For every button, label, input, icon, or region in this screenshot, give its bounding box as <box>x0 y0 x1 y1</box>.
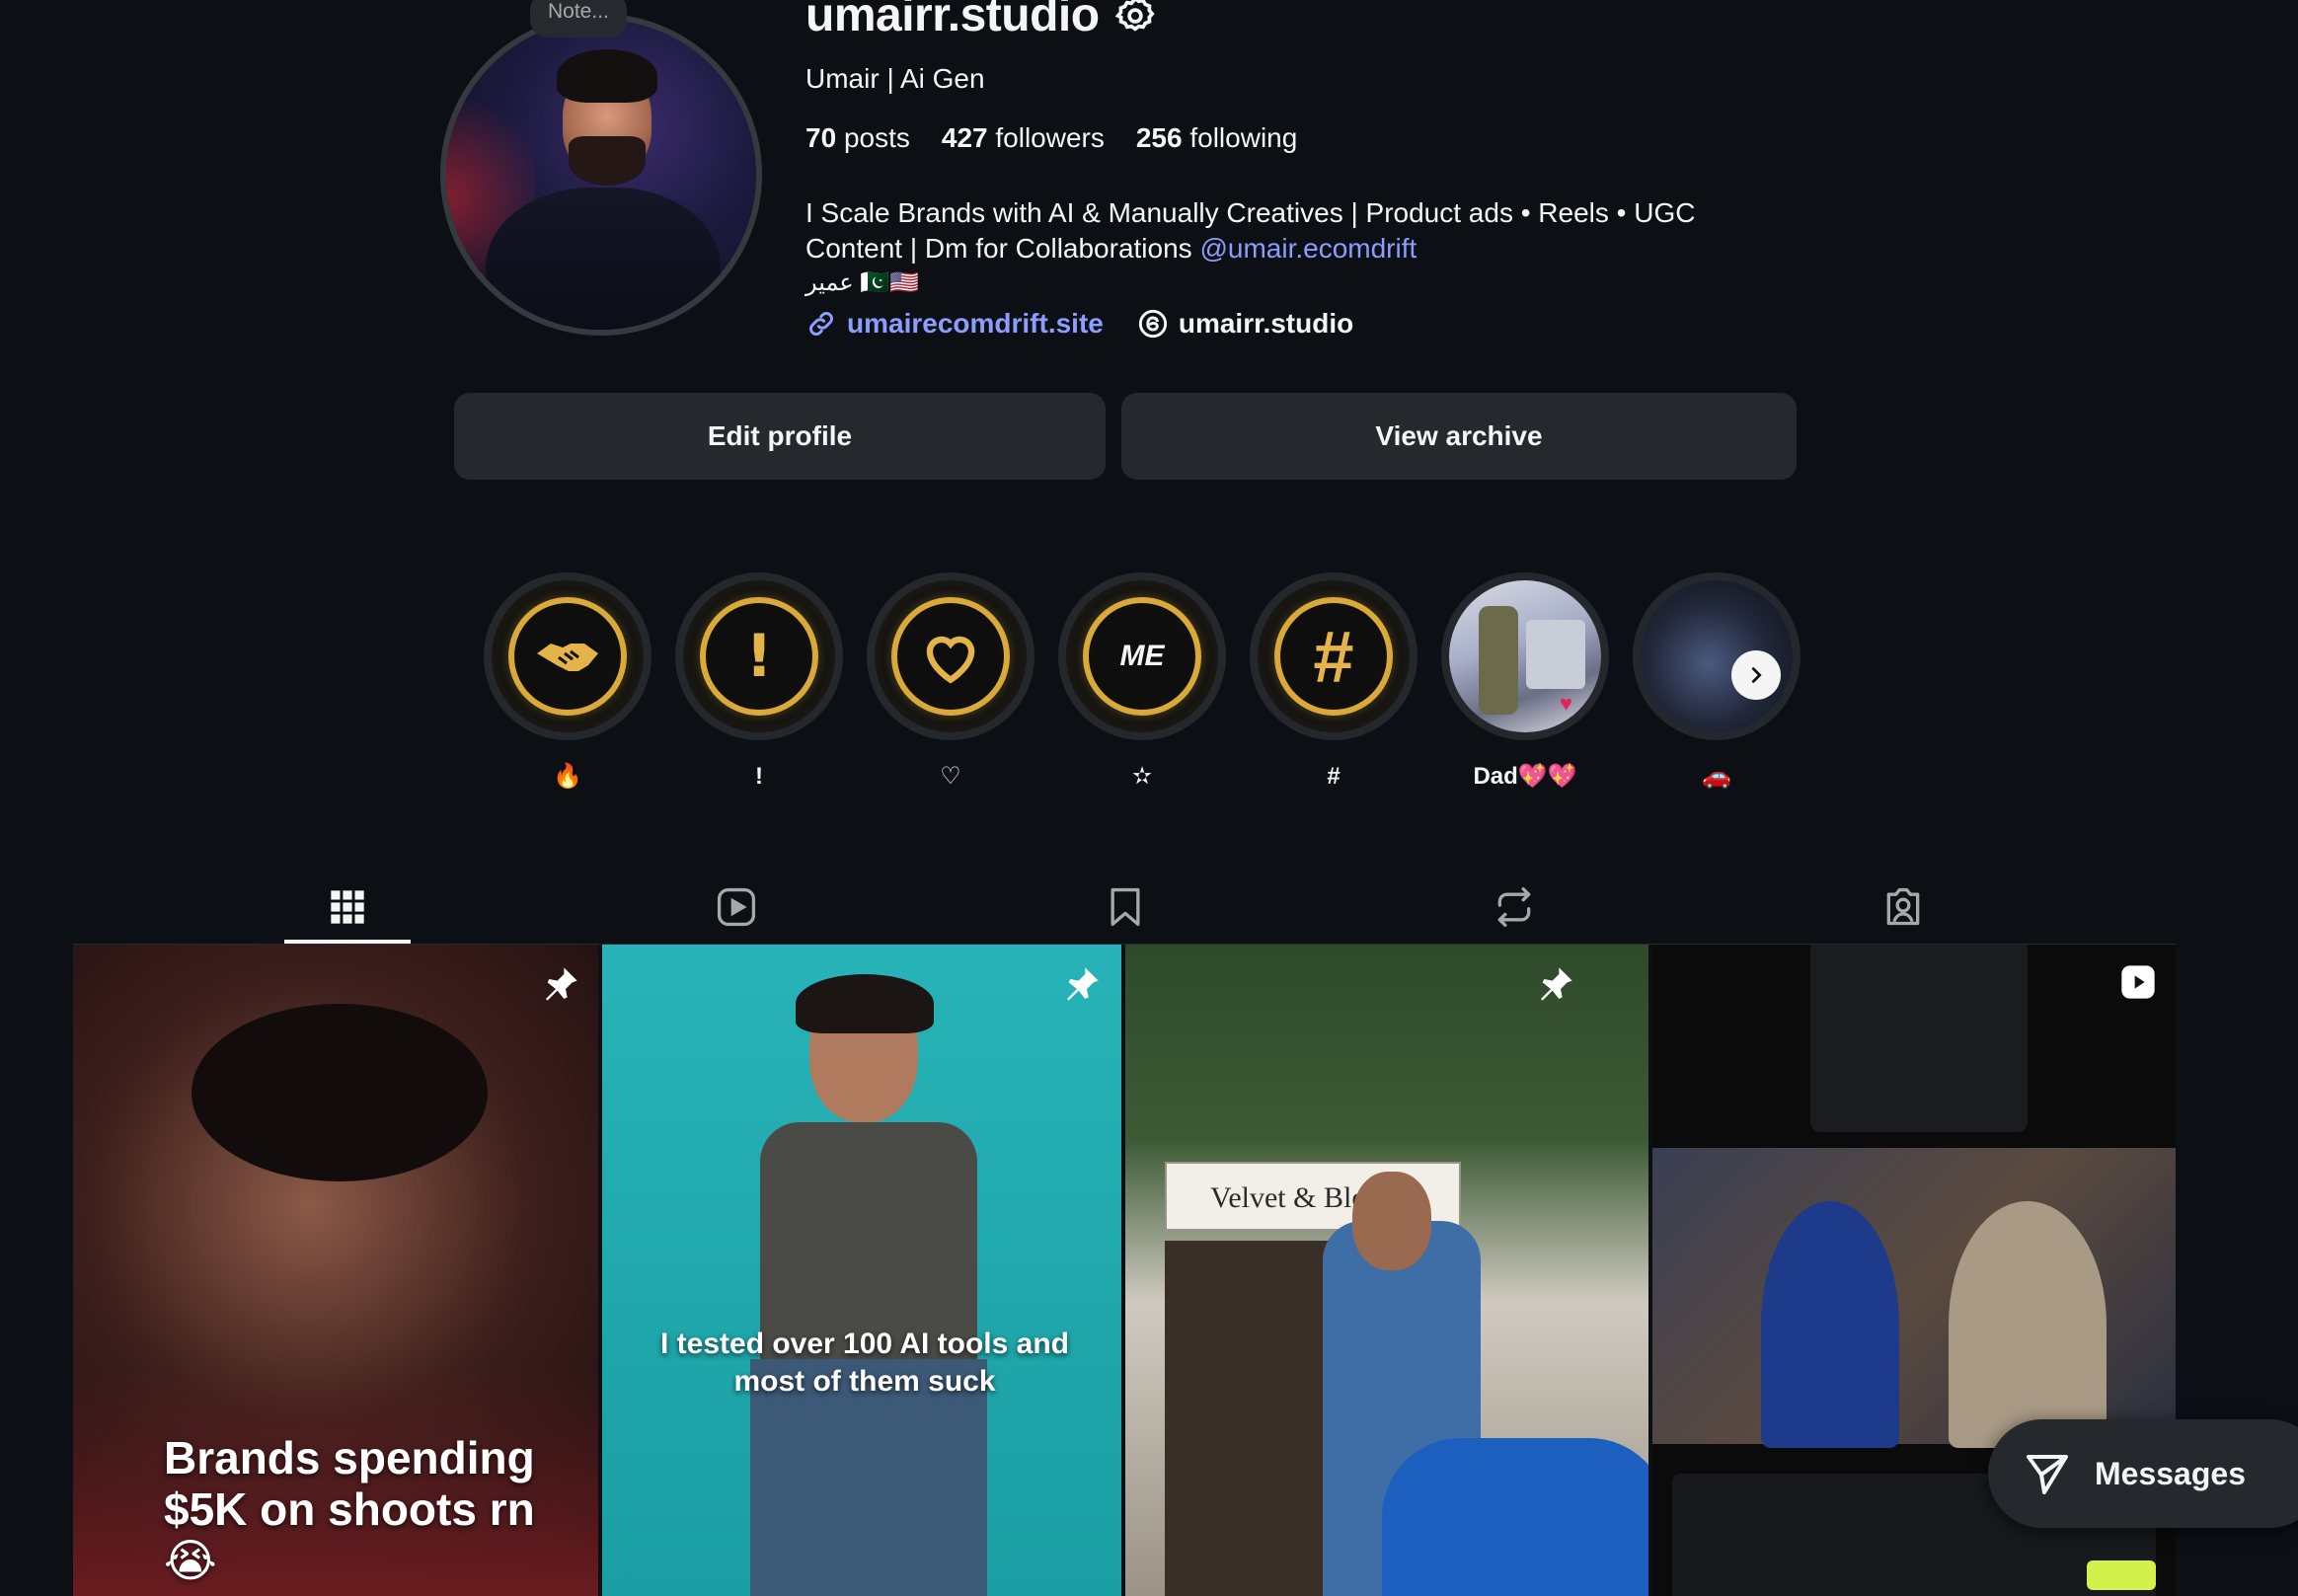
highlight-item[interactable]: 🔥 <box>484 572 651 792</box>
website-link[interactable]: umairecomdrift.site <box>805 308 1104 340</box>
threads-link[interactable]: umairr.studio <box>1137 308 1353 340</box>
chevron-right-icon <box>1751 667 1762 683</box>
highlight-label: ! <box>755 763 763 790</box>
bio-line-1: I Scale Brands with AI & Manually Creati… <box>805 197 1696 228</box>
active-tab-indicator <box>284 940 411 944</box>
highlight-label: 🚗 <box>1702 763 1731 790</box>
highlight-item[interactable]: ! ! <box>675 572 843 792</box>
highlights-next-button[interactable] <box>1731 650 1781 700</box>
pin-icon <box>1067 967 1099 1001</box>
tab-tagged[interactable] <box>1840 871 1966 944</box>
messages-button[interactable]: Messages <box>1988 1419 2298 1528</box>
hashtag-icon: # <box>1274 597 1393 716</box>
highlight-label: ✫ <box>1131 763 1153 790</box>
post-tile[interactable]: Velvet & Blo <box>1125 945 1648 1596</box>
edit-profile-button[interactable]: Edit profile <box>454 393 1106 480</box>
messenger-send-icon <box>2027 1455 2068 1494</box>
highlight-item[interactable]: # # <box>1250 572 1417 792</box>
tab-posts[interactable] <box>284 871 411 944</box>
reel-icon <box>2121 965 2155 999</box>
note-bubble[interactable]: Note... <box>530 0 627 38</box>
saved-icon <box>1111 887 1140 927</box>
highlight-item[interactable]: ♥ Dad💖💖 <box>1441 572 1609 792</box>
bio-line-3: عمیر 🇵🇰🇺🇸 <box>805 269 920 296</box>
settings-gear-icon[interactable] <box>1113 0 1157 38</box>
username: umairr.studio <box>805 0 1100 41</box>
highlight-item[interactable]: ME ✫ <box>1058 572 1226 792</box>
tab-reels[interactable] <box>673 871 800 944</box>
profile-avatar[interactable] <box>440 14 762 336</box>
tab-saved[interactable] <box>1062 871 1188 944</box>
tagged-icon <box>1886 887 1920 926</box>
messages-label: Messages <box>2095 1455 2246 1491</box>
posts-grid-icon <box>331 890 364 924</box>
bio: I Scale Brands with AI & Manually Creati… <box>805 195 1733 266</box>
reels-icon <box>717 887 756 927</box>
highlight-label: ♡ <box>940 763 961 790</box>
highlight-item[interactable]: ♡ <box>867 572 1034 792</box>
pin-icon <box>546 967 577 1001</box>
highlight-label: 🔥 <box>553 763 582 790</box>
post-caption: I tested over 100 AI tools and most of t… <box>659 1328 1069 1398</box>
handshake-icon <box>508 597 627 716</box>
pin-icon <box>1541 967 1572 1001</box>
followers-stat[interactable]: 427 followers <box>942 120 1105 156</box>
highlight-photo: ♥ <box>1449 580 1601 732</box>
exclamation-icon: ! <box>700 597 818 716</box>
posts-stat: 70 posts <box>805 122 910 153</box>
profile-stats: 70 posts 427 followers 256 following <box>805 120 1297 156</box>
reposts-icon <box>1497 887 1531 927</box>
avatar-photo <box>446 20 756 330</box>
profile-links: umairecomdrift.site umairr.studio <box>805 308 1353 340</box>
highlight-label: Dad💖💖 <box>1473 763 1577 790</box>
highlight-label: # <box>1327 763 1340 790</box>
link-icon <box>809 312 833 336</box>
tab-reposts[interactable] <box>1451 871 1577 944</box>
heart-icon <box>891 597 1010 716</box>
post-caption: Brands spending $5K on shoots rn😭 <box>164 1432 535 1586</box>
threads-icon <box>1138 309 1167 339</box>
me-badge: ME <box>1083 597 1201 716</box>
post-tile[interactable]: Brands spending $5K on shoots rn😭 <box>73 945 598 1596</box>
post-tile[interactable]: I tested over 100 AI tools and most of t… <box>602 945 1121 1596</box>
view-archive-button[interactable]: View archive <box>1121 393 1797 480</box>
full-name: Umair | Ai Gen <box>805 63 985 94</box>
following-stat[interactable]: 256 following <box>1136 120 1297 156</box>
bio-line-2: Content | Dm for Collaborations @umair.e… <box>805 233 1417 264</box>
bio-mention-link[interactable]: @umair.ecomdrift <box>1199 233 1417 264</box>
